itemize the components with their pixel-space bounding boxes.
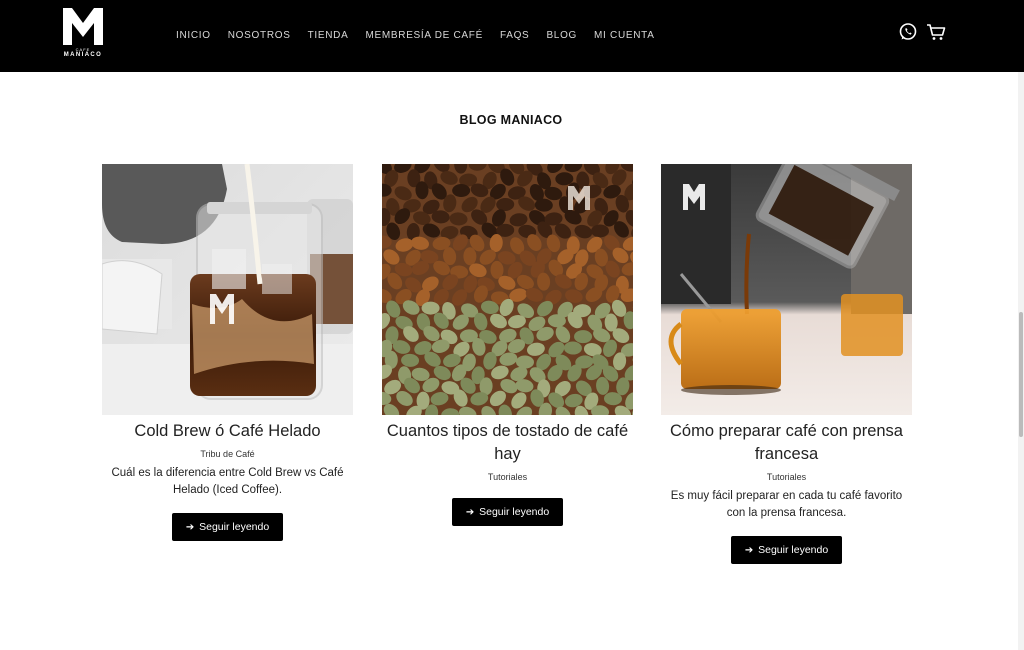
arrow-right-icon: ➔ [744,545,754,556]
nav-item-inicio[interactable]: INICIO [176,29,211,43]
logo-maniaco-text: MANIACO [63,52,103,58]
arrow-right-icon: ➔ [185,522,195,533]
read-more-button[interactable]: ➔ Seguir leyendo [730,536,843,564]
brand-logo[interactable]: CAFE MANIACO [58,6,108,64]
read-more-button[interactable]: ➔ Seguir leyendo [451,498,564,526]
post-thumbnail[interactable] [102,164,353,415]
post-title[interactable]: Cold Brew ó Café Helado [102,420,353,443]
section-title: BLOG MANIACO [459,113,563,127]
coffee-bean [591,224,610,238]
arrow-right-icon: ➔ [465,507,475,518]
post-category[interactable]: Tutoriales [661,471,912,483]
coffee-bean [421,301,440,315]
post-excerpt: Es muy fácil preparar en cada tu café fa… [670,490,903,519]
blog-post-card: Cómo preparar café con prensa francesa T… [661,164,912,564]
header-icons [898,22,946,42]
whatsapp-icon[interactable] [898,22,918,42]
read-more-label: Seguir leyendo [199,521,270,533]
cart-icon[interactable] [926,22,946,42]
post-title[interactable]: Cómo preparar café con prensa francesa [661,420,912,466]
read-more-label: Seguir leyendo [479,506,550,518]
nav-item-tienda[interactable]: TIENDA [308,29,349,43]
post-excerpt: Cuál es la diferencia entre Cold Brew vs… [111,467,344,496]
coffee-bean [452,184,471,198]
coffee-beans-image [382,164,633,415]
post-title[interactable]: Cuantos tipos de tostado de café hay [382,420,633,466]
french-press-pour-image [661,164,912,415]
site-header: CAFE MANIACO INICIO NOSOTROS TIENDA MEMB… [0,0,1024,72]
nav-item-faqs[interactable]: FAQS [500,29,529,43]
nav-item-nosotros[interactable]: NOSOTROS [228,29,291,43]
nav-item-blog[interactable]: BLOG [546,29,577,43]
blog-post-card: Cuantos tipos de tostado de café hay Tut… [382,164,633,526]
post-thumbnail[interactable] [382,164,633,415]
main-nav: INICIO NOSOTROS TIENDA MEMBRESÍA DE CAFÉ… [176,29,655,43]
page-scrollbar-thumb[interactable] [1019,312,1023,437]
nav-item-membresia[interactable]: MEMBRESÍA DE CAFÉ [365,29,482,43]
nav-item-mi-cuenta[interactable]: MI CUENTA [594,29,655,43]
cold-brew-jar-image [102,164,353,415]
blog-post-card: Cold Brew ó Café Helado Tribu de Café Cu… [102,164,353,541]
read-more-button[interactable]: ➔ Seguir leyendo [171,513,284,541]
read-more-label: Seguir leyendo [758,544,829,556]
post-category[interactable]: Tribu de Café [102,448,353,460]
post-thumbnail[interactable] [661,164,912,415]
post-category[interactable]: Tutoriales [382,471,633,483]
logo-m-mark [63,8,103,45]
